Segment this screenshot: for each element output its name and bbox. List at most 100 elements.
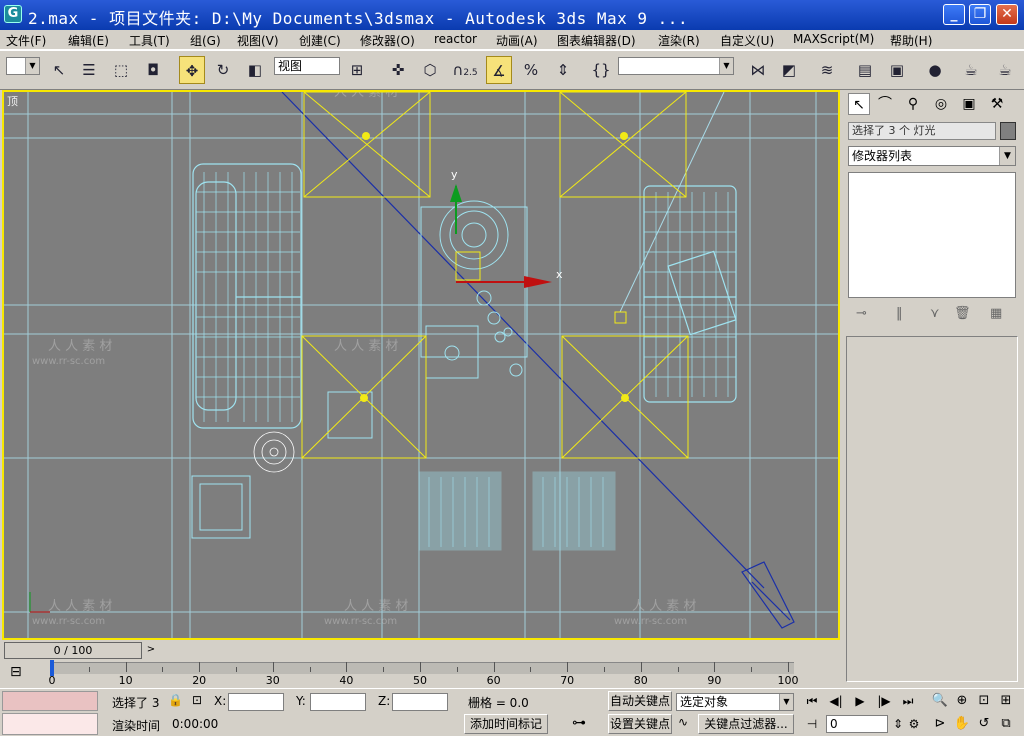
percent-snap-icon[interactable]: %: [518, 56, 544, 84]
select-by-name-icon[interactable]: ☰: [76, 56, 102, 84]
remove-modifier-icon[interactable]: 🗑: [954, 306, 971, 321]
modifier-stack[interactable]: [848, 172, 1016, 298]
menu-create[interactable]: 创建(C): [299, 32, 341, 49]
app-logo-icon[interactable]: G: [4, 5, 22, 23]
round-stool: [253, 431, 295, 473]
restore-button[interactable]: ❐: [969, 4, 991, 25]
reference-coord-dropdown[interactable]: 视图: [274, 57, 340, 75]
layer-manager-icon[interactable]: ≋: [814, 56, 840, 84]
current-frame-field[interactable]: 0: [826, 715, 888, 733]
menu-views[interactable]: 视图(V): [237, 32, 279, 49]
menu-rendering[interactable]: 渲染(R): [658, 32, 700, 49]
menu-customize[interactable]: 自定义(U): [720, 32, 774, 49]
key-mode-icon[interactable]: ⊶: [572, 715, 586, 731]
absolute-mode-icon[interactable]: ⊡: [192, 693, 202, 707]
key-mode-toggle-icon[interactable]: ⊣: [802, 714, 822, 734]
maximize-viewport-icon[interactable]: ⧉: [996, 714, 1016, 734]
select-and-manipulate-icon[interactable]: ✜: [385, 56, 411, 84]
snaps-toggle-icon[interactable]: ∩2.5: [452, 56, 478, 84]
grid-size-text: 栅格 = 0.0: [468, 696, 529, 710]
object-color-swatch[interactable]: [1000, 122, 1016, 140]
set-key-button[interactable]: 设置关键点: [608, 714, 672, 734]
maxscript-output-mini[interactable]: [2, 713, 98, 735]
arc-rotate-icon[interactable]: ↺: [974, 714, 994, 734]
add-time-tag-button[interactable]: 添加时间标记: [464, 714, 548, 734]
select-scale-icon[interactable]: ◧: [242, 56, 268, 84]
menu-tools[interactable]: 工具(T): [129, 32, 170, 49]
create-tab-icon[interactable]: ↖: [848, 93, 870, 115]
zoom-extents-icon[interactable]: ⊡: [974, 691, 994, 711]
key-filters-button[interactable]: 关键点过滤器...: [698, 714, 794, 734]
show-end-result-icon[interactable]: ‖: [896, 306, 903, 321]
menu-group[interactable]: 组(G): [190, 32, 221, 49]
menu-edit[interactable]: 编辑(E): [68, 32, 109, 49]
schematic-view-icon[interactable]: ▣: [884, 56, 910, 84]
top-viewport[interactable]: y x 人 人 素 材 人 人 素 材 人 人 素 材 人 人 素 材 人 人 …: [2, 90, 840, 640]
quick-render-icon[interactable]: ☕: [992, 56, 1018, 84]
close-button[interactable]: ✕: [996, 4, 1018, 25]
angle-snap-icon[interactable]: ∡: [486, 56, 512, 84]
curve-editor-icon[interactable]: ▤: [852, 56, 878, 84]
menu-reactor[interactable]: reactor: [434, 32, 477, 46]
render-scene-icon[interactable]: ☕: [958, 56, 984, 84]
viewport-label[interactable]: 顶: [7, 93, 18, 109]
time-slider-thumb[interactable]: 0 / 100: [4, 642, 142, 659]
modifier-list-dropdown[interactable]: 修改器列表 ▼: [848, 146, 1016, 166]
display-tab-icon[interactable]: ▣: [958, 93, 980, 115]
spinner-snap-icon[interactable]: ⇕: [550, 56, 576, 84]
align-icon[interactable]: ◩: [776, 56, 802, 84]
menu-modifiers[interactable]: 修改器(O): [360, 32, 415, 49]
menu-file[interactable]: 文件(F): [6, 32, 46, 49]
zoom-icon[interactable]: 🔍: [930, 691, 950, 711]
material-editor-icon[interactable]: ●: [922, 56, 948, 84]
configure-modifier-sets-icon[interactable]: ▦: [990, 306, 1002, 321]
key-target-dropdown[interactable]: 选定对象 ▼: [676, 693, 794, 711]
field-of-view-icon[interactable]: ⊳: [930, 714, 950, 734]
menu-animation[interactable]: 动画(A): [496, 32, 538, 49]
next-frame-arrow-icon[interactable]: >: [144, 642, 158, 659]
mirror-icon[interactable]: ⋈: [745, 56, 771, 84]
curve-editor-mini-icon[interactable]: ⊟: [10, 664, 22, 680]
go-to-end-icon[interactable]: ⏭: [898, 691, 918, 711]
y-coordinate-field[interactable]: [310, 693, 366, 711]
play-icon[interactable]: ▶: [850, 691, 870, 711]
lock-selection-icon[interactable]: 🔒: [168, 693, 183, 707]
menu-help[interactable]: 帮助(H): [890, 32, 932, 49]
z-coordinate-field[interactable]: [392, 693, 448, 711]
x-coordinate-field[interactable]: [228, 693, 284, 711]
pan-view-icon[interactable]: ✋: [952, 714, 972, 734]
pin-stack-icon[interactable]: ⊸: [856, 306, 867, 321]
track-bar[interactable]: ⊟ 0 10 20 30 40 50 60 70 80 90 100: [0, 660, 844, 688]
modify-tab-icon[interactable]: ⌒: [874, 93, 896, 115]
make-unique-icon[interactable]: ⋎: [930, 306, 940, 321]
select-object-icon[interactable]: ↖: [46, 56, 72, 84]
time-slider[interactable]: 0 / 100 >: [2, 642, 840, 660]
rectangle-region-icon[interactable]: ⬚: [108, 56, 134, 84]
selection-set-dropdown[interactable]: ▼: [6, 57, 40, 75]
edit-named-selections-icon[interactable]: {}: [588, 56, 614, 84]
menu-graph-editors[interactable]: 图表编辑器(D): [557, 32, 636, 49]
maxscript-listener-mini[interactable]: [2, 691, 98, 711]
select-move-icon[interactable]: ✥: [179, 56, 205, 84]
next-frame-icon[interactable]: |▶: [874, 691, 894, 711]
motion-tab-icon[interactable]: ◎: [930, 93, 952, 115]
track-time-cursor[interactable]: [50, 660, 54, 676]
go-to-start-icon[interactable]: ⏮: [802, 691, 822, 711]
minimize-button[interactable]: _: [943, 4, 965, 25]
selection-name-field[interactable]: 选择了 3 个 灯光: [848, 122, 996, 140]
track-tick: [714, 662, 716, 672]
utilities-tab-icon[interactable]: ⚒: [986, 93, 1008, 115]
keyboard-shortcut-override-icon[interactable]: ⬡: [417, 56, 443, 84]
named-selection-sets-dropdown[interactable]: ▼: [618, 57, 734, 75]
zoom-all-icon[interactable]: ⊕: [952, 691, 972, 711]
previous-frame-icon[interactable]: ◀|: [826, 691, 846, 711]
hierarchy-tab-icon[interactable]: ⚲: [902, 93, 924, 115]
time-configuration-icon[interactable]: ⚙: [904, 714, 924, 734]
use-pivot-center-icon[interactable]: ⊞: [344, 56, 370, 84]
auto-key-button[interactable]: 自动关键点: [608, 691, 672, 711]
select-rotate-icon[interactable]: ↻: [210, 56, 236, 84]
menu-maxscript[interactable]: MAXScript(M): [793, 32, 874, 46]
window-crossing-icon[interactable]: ◘: [140, 56, 166, 84]
ottomans: [418, 471, 616, 551]
zoom-extents-all-icon[interactable]: ⊞: [996, 691, 1016, 711]
